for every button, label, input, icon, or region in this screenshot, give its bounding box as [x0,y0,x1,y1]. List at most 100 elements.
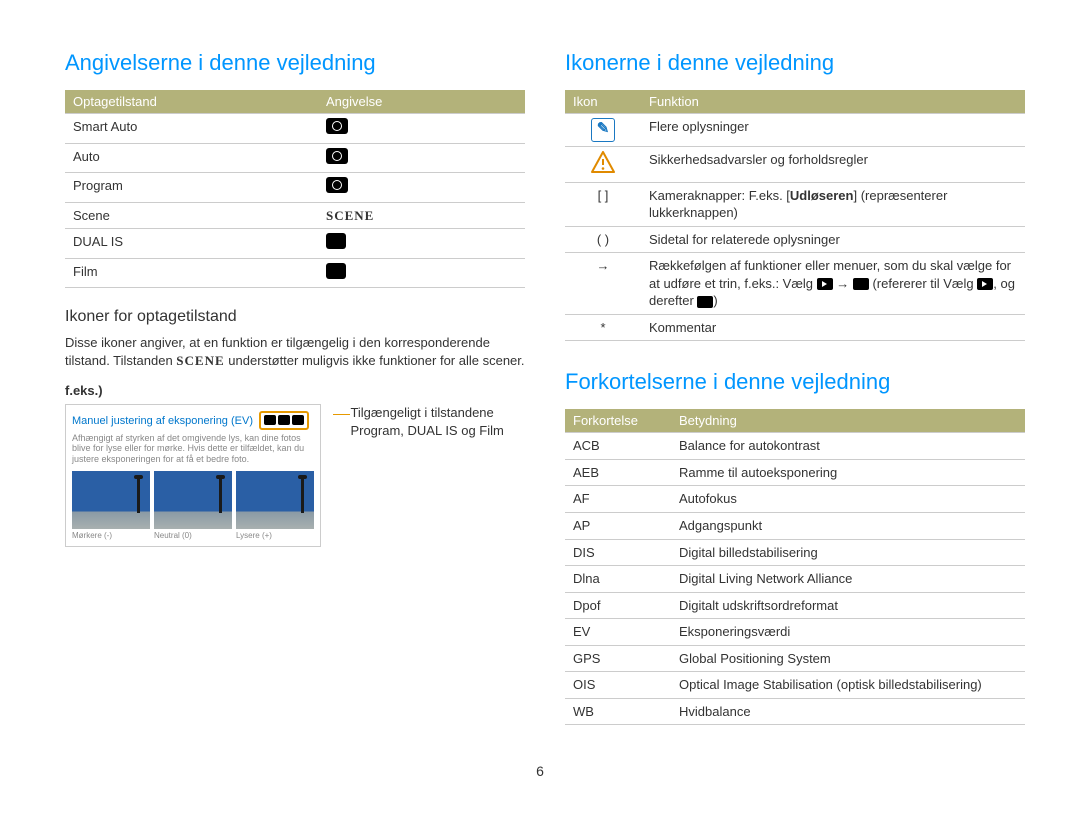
icon-cell: * [565,314,641,341]
mode-label: Auto [65,143,318,173]
table-row: → Rækkefølgen af funktioner eller menuer… [565,253,1025,315]
callout-text: Tilgængeligt i tilstandene Program, DUAL… [350,404,525,440]
abbr: ACB [565,433,671,460]
abbr: AP [565,513,671,540]
table-row: Smart Auto [65,114,525,144]
th-angivelse: Angivelse [318,90,525,114]
table-row: AFAutofokus [565,486,1025,513]
mode-icon-cell [318,229,525,259]
abbr: GPS [565,645,671,672]
table-row: Scene SCENE [65,202,525,229]
mode-icon-cell [318,173,525,203]
mode-badges [259,411,309,430]
callout-wrap: Tilgængeligt i tilstandene Program, DUAL… [333,404,525,547]
menu-icon [697,296,713,308]
badge-program-icon [264,415,276,425]
table-row: GPSGlobal Positioning System [565,645,1025,672]
play-icon [977,278,993,290]
heading-ikonerne: Ikonerne i denne vejledning [565,50,1025,76]
icon-desc: Flere oplysninger [641,114,1025,147]
table-row: * Kommentar [565,314,1025,341]
heading-forkortelserne: Forkortelserne i denne vejledning [565,369,1025,395]
mode-label: Scene [65,202,318,229]
table-row: Film [65,258,525,288]
icons-table: Ikon Funktion ✎ Flere oplysninger Sikker… [565,90,1025,341]
badge-dualis-icon [278,415,290,425]
mode-table: Optagetilstand Angivelse Smart Auto Auto… [65,90,525,288]
body-text: Disse ikoner angiver, at en funktion er … [65,334,525,370]
heading-angivelserne: Angivelserne i denne vejledning [65,50,525,76]
mode-label: Program [65,173,318,203]
example-title: Manuel justering af eksponering (EV) [72,415,253,427]
mode-label: DUAL IS [65,229,318,259]
thumb-wrap: Mørkere (-) [72,471,150,540]
table-row: [ ] Kameraknapper: F.eks. [Udløseren] (r… [565,182,1025,226]
feks-label: f.eks.) [65,383,525,398]
meaning: Autofokus [671,486,1025,513]
abbr: OIS [565,672,671,699]
icon-cell: ✎ [565,114,641,147]
bold-udloseren: Udløseren [790,188,854,203]
mode-icon-cell [318,114,525,144]
thumb-label: Mørkere (-) [72,531,150,540]
play-icon [817,278,833,290]
abbr: WB [565,698,671,725]
table-row: ( ) Sidetal for relaterede oplysninger [565,226,1025,253]
right-column: Ikonerne i denne vejledning Ikon Funktio… [565,50,1025,725]
thumb-label: Lysere (+) [236,531,314,540]
mode-icon-cell: SCENE [318,202,525,229]
icon-desc: Kameraknapper: F.eks. [Udløseren] (repræ… [641,182,1025,226]
icon-desc: Sidetal for relaterede oplysninger [641,226,1025,253]
table-row: Sikkerhedsadvarsler og forholdsregler [565,147,1025,183]
icon-cell [565,147,641,183]
callout-line [333,414,350,415]
smart-auto-icon [326,118,348,134]
thumb-morkere [72,471,150,529]
table-row: DlnaDigital Living Network Alliance [565,566,1025,593]
table-header-row: Optagetilstand Angivelse [65,90,525,114]
abbr: EV [565,619,671,646]
table-row: WBHvidbalance [565,698,1025,725]
meaning: Eksponeringsværdi [671,619,1025,646]
th-optagetilstand: Optagetilstand [65,90,318,114]
meaning: Digital billedstabilisering [671,539,1025,566]
thumb-wrap: Lysere (+) [236,471,314,540]
warning-icon [591,161,615,176]
icon-cell: [ ] [565,182,641,226]
example-box: Manuel justering af eksponering (EV) Afh… [65,404,321,547]
example-desc: Afhængigt af styrken af det omgivende ly… [72,433,314,465]
mode-label: Film [65,258,318,288]
icon-cell: → [565,253,641,315]
mode-icon-cell [318,258,525,288]
abbr: Dpof [565,592,671,619]
auto-icon [326,148,348,164]
menu-icon [853,278,869,290]
table-row: OISOptical Image Stabilisation (optisk b… [565,672,1025,699]
mode-icon-cell [318,143,525,173]
thumb-label: Neutral (0) [154,531,232,540]
th-funktion: Funktion [641,90,1025,114]
icon-desc: Rækkefølgen af funktioner eller menuer, … [641,253,1025,315]
th-betydning: Betydning [671,409,1025,433]
thumbs: Mørkere (-) Neutral (0) Lysere (+) [72,471,314,540]
meaning: Balance for autokontrast [671,433,1025,460]
scene-icon: SCENE [326,208,374,223]
example-row: Manuel justering af eksponering (EV) Afh… [65,404,525,547]
table-row: ACBBalance for autokontrast [565,433,1025,460]
meaning: Optical Image Stabilisation (optisk bill… [671,672,1025,699]
page: Angivelserne i denne vejledning Optageti… [0,0,1080,755]
th-forkortelse: Forkortelse [565,409,671,433]
note-icon: ✎ [591,118,615,142]
table-row: DUAL IS [65,229,525,259]
table-row: DISDigital billedstabilisering [565,539,1025,566]
meaning: Digitalt udskriftsordreformat [671,592,1025,619]
thumb-lysere [236,471,314,529]
table-header-row: Forkortelse Betydning [565,409,1025,433]
mode-label: Smart Auto [65,114,318,144]
film-icon [326,263,346,279]
program-icon [326,177,348,193]
icon-desc: Kommentar [641,314,1025,341]
dualis-icon [326,233,346,249]
thumb-wrap: Neutral (0) [154,471,232,540]
abbrev-table: Forkortelse Betydning ACBBalance for aut… [565,409,1025,725]
